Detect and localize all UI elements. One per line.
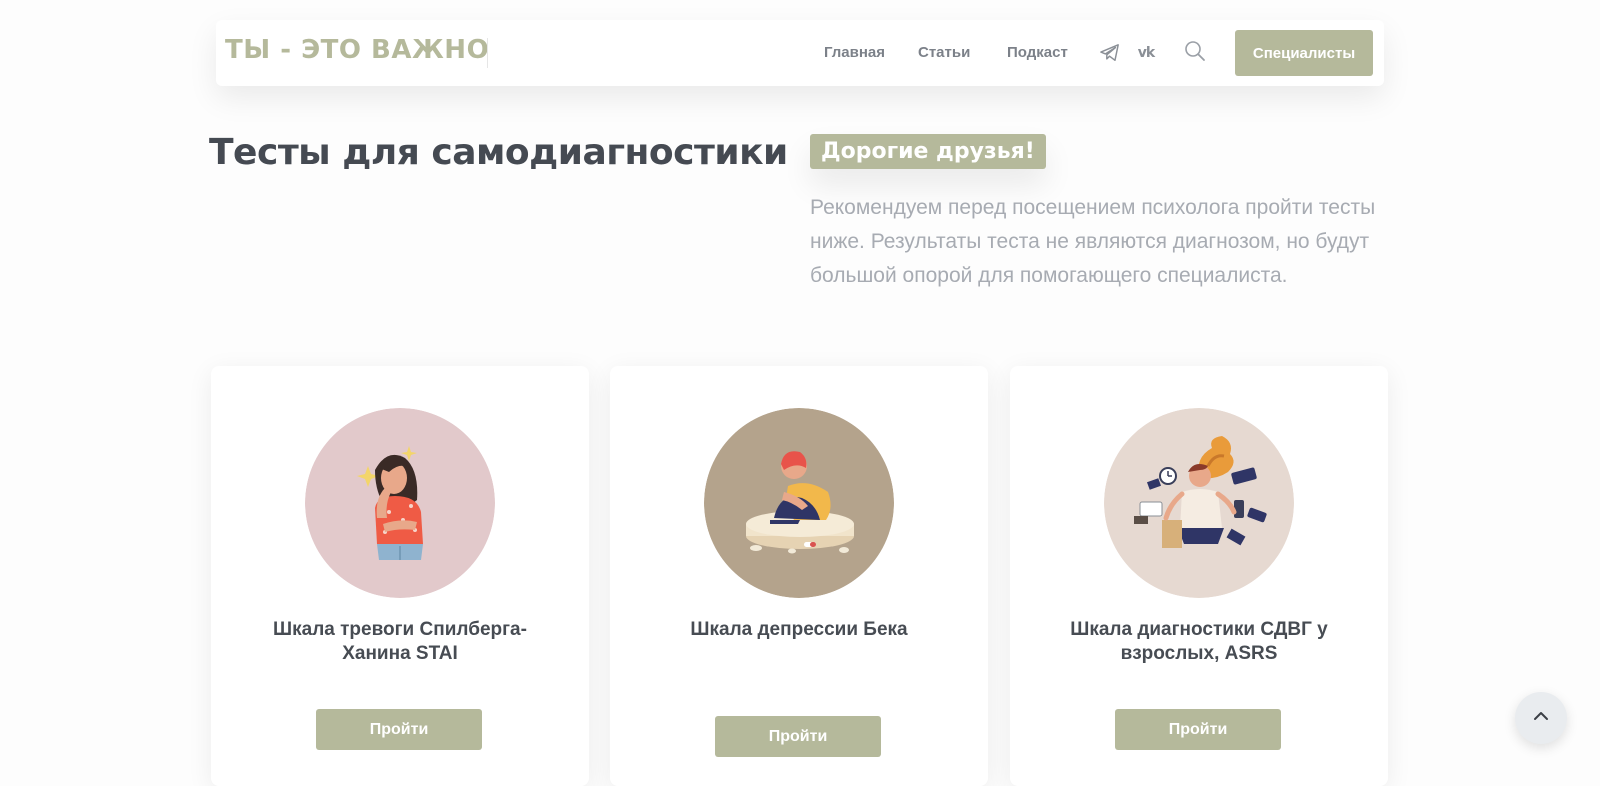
- telegram-icon[interactable]: [1097, 40, 1123, 66]
- anxious-girl-illustration: [305, 408, 495, 598]
- test-card-stai: Шкала тревоги Спилберга-Ханина STAI Прой…: [211, 366, 589, 786]
- card-title: Шкала диагностики СДВГ у взрослых, ASRS: [1070, 619, 1328, 664]
- nav-link-articles[interactable]: Статьи: [918, 44, 970, 61]
- notice-text: Рекомендуем перед посещением психолога п…: [810, 196, 1376, 287]
- scroll-to-top-button[interactable]: [1515, 692, 1567, 744]
- take-test-button[interactable]: Пройти: [1115, 709, 1281, 750]
- card-title: Шкала тревоги Спилберга-Ханина STAI: [273, 619, 527, 664]
- notice-badge: Дорогие друзья!: [810, 134, 1046, 169]
- page-title: Тесты для самодиагностики: [209, 132, 788, 173]
- chevron-up-icon: [1532, 709, 1550, 727]
- take-test-button[interactable]: Пройти: [316, 709, 482, 750]
- logo-divider: [487, 38, 488, 68]
- nav-link-home[interactable]: Главная: [824, 44, 885, 61]
- take-test-button[interactable]: Пройти: [715, 716, 881, 757]
- test-card-asrs: Шкала диагностики СДВГ у взрослых, ASRS …: [1010, 366, 1388, 786]
- vk-icon[interactable]: vk: [1133, 40, 1159, 66]
- site-logo[interactable]: ТЫ - ЭТО ВАЖНО: [225, 35, 489, 65]
- card-title: Шкала депрессии Бека: [690, 619, 908, 640]
- vk-icon-label: vk: [1137, 45, 1155, 61]
- search-icon[interactable]: [1182, 38, 1208, 64]
- depressed-person-illustration: [704, 408, 894, 598]
- site-header: ТЫ - ЭТО ВАЖНО Главная Статьи Подкаст vk…: [216, 20, 1384, 86]
- nav-link-podcast[interactable]: Подкаст: [1007, 44, 1068, 61]
- test-card-beck: Шкала депрессии Бека Пройти: [610, 366, 988, 786]
- adhd-chaos-illustration: [1104, 408, 1294, 598]
- specialists-button[interactable]: Специалисты: [1235, 30, 1373, 76]
